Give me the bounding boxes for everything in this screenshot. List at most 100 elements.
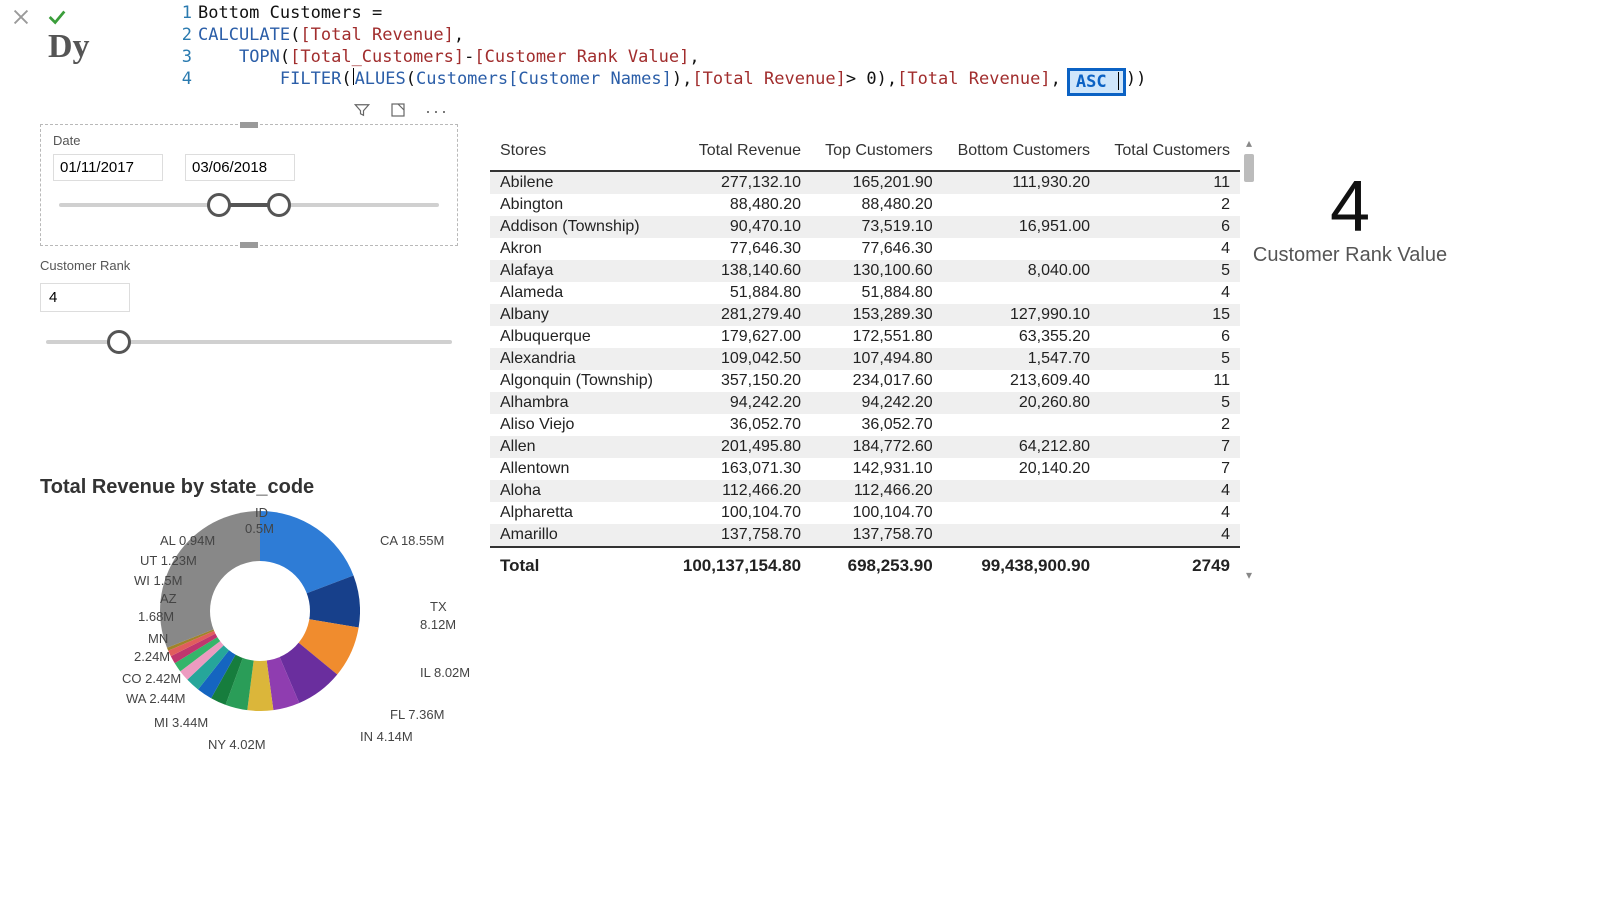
table-row[interactable]: Alafaya138,140.60130,100.608,040.005 xyxy=(490,260,1240,282)
table-row[interactable]: Alameda51,884.8051,884.804 xyxy=(490,282,1240,304)
table-cell: 94,242.20 xyxy=(811,392,943,414)
date-slicer[interactable]: ··· Date xyxy=(40,124,458,246)
table-row[interactable]: Akron77,646.3077,646.304 xyxy=(490,238,1240,260)
card-value: 4 xyxy=(1200,166,1500,248)
revenue-by-state-chart[interactable]: Total Revenue by state_code ID0.5MCA 18.… xyxy=(40,476,458,761)
focus-mode-icon[interactable] xyxy=(389,101,407,124)
column-header[interactable]: Top Customers xyxy=(811,136,943,171)
table-cell: 153,289.30 xyxy=(811,304,943,326)
column-header[interactable]: Bottom Customers xyxy=(943,136,1100,171)
code-fn: ALUES xyxy=(355,68,406,96)
table-cell: 51,884.80 xyxy=(811,282,943,304)
customer-rank-input[interactable] xyxy=(40,283,130,312)
table-row[interactable]: Alhambra94,242.2094,242.2020,260.805 xyxy=(490,392,1240,414)
table-cell: 163,071.30 xyxy=(668,458,811,480)
chart-title: Total Revenue by state_code xyxy=(40,476,458,499)
table-cell: Albany xyxy=(490,304,668,326)
chart-data-label: 8.12M xyxy=(420,617,456,632)
table-cell: 213,609.40 xyxy=(943,370,1100,392)
table-cell: 4 xyxy=(1100,282,1240,304)
table-row[interactable]: Amarillo137,758.70137,758.704 xyxy=(490,524,1240,547)
table-row[interactable]: Alexandria109,042.50107,494.801,547.705 xyxy=(490,348,1240,370)
column-header[interactable]: Stores xyxy=(490,136,668,171)
table-row[interactable]: Allentown163,071.30142,931.1020,140.207 xyxy=(490,458,1240,480)
table-cell xyxy=(943,502,1100,524)
code-measure: [Customer Rank Value] xyxy=(474,46,689,68)
table-cell: 77,646.30 xyxy=(668,238,811,260)
table-cell xyxy=(943,524,1100,547)
date-slider-track[interactable] xyxy=(59,203,439,207)
card-label: Customer Rank Value xyxy=(1200,244,1500,267)
table-cell: Amarillo xyxy=(490,524,668,547)
table-cell: 7 xyxy=(1100,458,1240,480)
dax-editor[interactable]: 1Bottom Customers = 2CALCULATE( [Total R… xyxy=(174,0,1600,96)
code-fn: TOPN xyxy=(239,46,280,68)
slicer-title: Date xyxy=(53,133,445,148)
chart-data-label: IL 8.02M xyxy=(420,665,470,680)
chart-data-label: UT 1.23M xyxy=(140,553,197,568)
code-fn: CALCULATE xyxy=(198,24,290,46)
table-cell: 138,140.60 xyxy=(668,260,811,282)
table-cell: 6 xyxy=(1100,326,1240,348)
table-cell: 179,627.00 xyxy=(668,326,811,348)
chart-data-label: 0.5M xyxy=(245,521,274,536)
table-row[interactable]: Albany281,279.40153,289.30127,990.1015 xyxy=(490,304,1240,326)
table-row[interactable]: Abington88,480.2088,480.202 xyxy=(490,194,1240,216)
date-to-input[interactable] xyxy=(185,154,295,181)
table-cell: 77,646.30 xyxy=(811,238,943,260)
column-header[interactable]: Total Revenue xyxy=(668,136,811,171)
scroll-down-icon[interactable]: ▾ xyxy=(1242,568,1256,584)
rank-slider-thumb[interactable] xyxy=(107,330,131,354)
total-cell: Total xyxy=(490,547,668,584)
stores-table[interactable]: StoresTotal RevenueTop CustomersBottom C… xyxy=(490,136,1240,584)
table-row[interactable]: Aloha112,466.20112,466.204 xyxy=(490,480,1240,502)
table-cell: Alameda xyxy=(490,282,668,304)
asc-token-highlight[interactable]: ASC xyxy=(1067,68,1126,96)
table-cell: Addison (Township) xyxy=(490,216,668,238)
total-cell: 100,137,154.80 xyxy=(668,547,811,584)
table-cell: Abington xyxy=(490,194,668,216)
table-cell: 5 xyxy=(1100,392,1240,414)
code-column: Customers[Customer Names] xyxy=(416,68,672,96)
table-row[interactable]: Albuquerque179,627.00172,551.8063,355.20… xyxy=(490,326,1240,348)
table-cell: Akron xyxy=(490,238,668,260)
table-row[interactable]: Addison (Township)90,470.1073,519.1016,9… xyxy=(490,216,1240,238)
table-cell: 8,040.00 xyxy=(943,260,1100,282)
table-cell: Alexandria xyxy=(490,348,668,370)
code-fn: FILTER xyxy=(280,68,341,96)
chart-data-label: NY 4.02M xyxy=(208,737,266,752)
watermark-logo: Dy xyxy=(48,28,90,66)
chart-data-label: ID xyxy=(255,505,268,520)
chart-data-label: MI 3.44M xyxy=(154,715,208,730)
filter-icon[interactable] xyxy=(353,101,371,124)
scroll-up-icon[interactable]: ▴ xyxy=(1242,136,1256,152)
table-row[interactable]: Alpharetta100,104.70100,104.704 xyxy=(490,502,1240,524)
chart-data-label: WI 1.5M xyxy=(134,573,182,588)
code-measure: [Total Revenue] xyxy=(692,68,846,96)
table-cell: 7 xyxy=(1100,436,1240,458)
date-slider-thumb-from[interactable] xyxy=(207,193,231,217)
chart-data-label: AZ xyxy=(160,591,177,606)
customer-rank-slicer[interactable]: Customer Rank xyxy=(40,258,458,344)
rank-slider-track[interactable] xyxy=(46,340,452,344)
table-row[interactable]: Abilene277,132.10165,201.90111,930.2011 xyxy=(490,171,1240,194)
table-cell: 64,212.80 xyxy=(943,436,1100,458)
table-row[interactable]: Allen201,495.80184,772.6064,212.807 xyxy=(490,436,1240,458)
code-text: )) xyxy=(1126,68,1146,96)
table-cell xyxy=(943,282,1100,304)
table-cell: Albuquerque xyxy=(490,326,668,348)
date-from-input[interactable] xyxy=(53,154,163,181)
table-row[interactable]: Aliso Viejo36,052.7036,052.702 xyxy=(490,414,1240,436)
table-cell: 20,260.80 xyxy=(943,392,1100,414)
cancel-icon[interactable] xyxy=(10,6,32,33)
slicer-title: Customer Rank xyxy=(40,258,458,273)
table-row[interactable]: Algonquin (Township)357,150.20234,017.60… xyxy=(490,370,1240,392)
date-slider-thumb-to[interactable] xyxy=(267,193,291,217)
formula-bar: Dy 1Bottom Customers = 2CALCULATE( [Tota… xyxy=(0,0,1600,96)
table-cell: 109,042.50 xyxy=(668,348,811,370)
table-cell: Algonquin (Township) xyxy=(490,370,668,392)
table-cell: 165,201.90 xyxy=(811,171,943,194)
customer-rank-card[interactable]: 4 Customer Rank Value xyxy=(1200,166,1500,267)
table-cell: 4 xyxy=(1100,502,1240,524)
more-options-icon[interactable]: ··· xyxy=(425,101,449,124)
